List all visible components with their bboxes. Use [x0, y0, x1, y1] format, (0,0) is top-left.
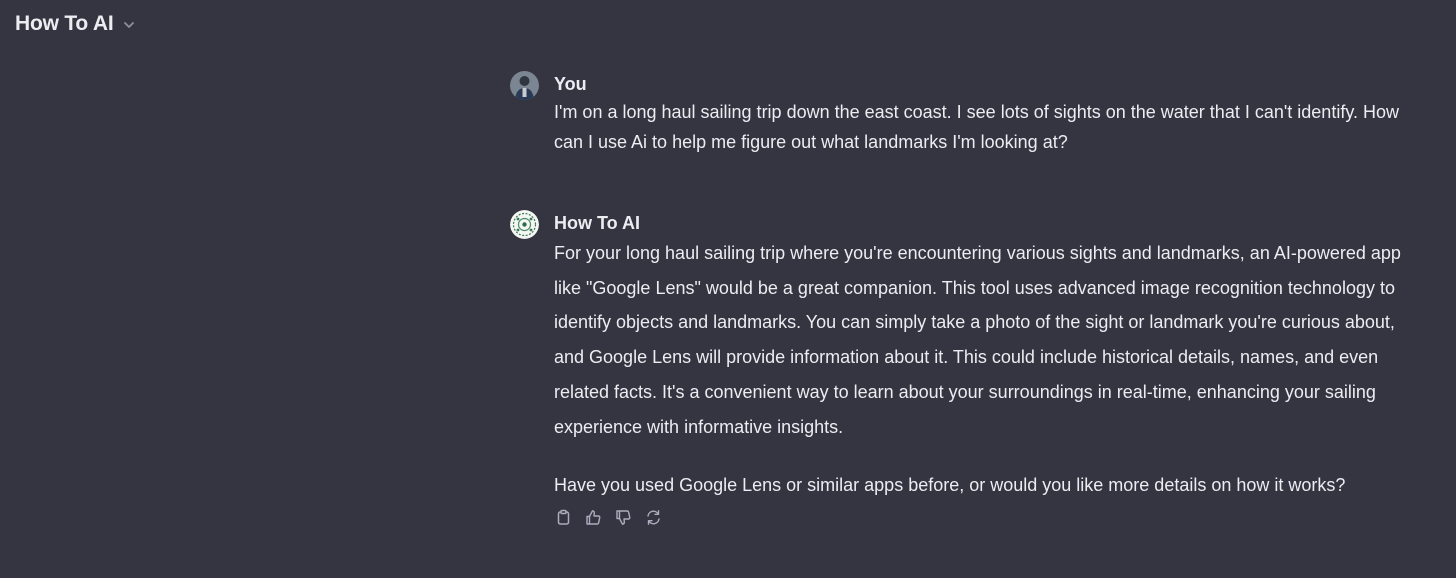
chevron-down-icon: [122, 18, 136, 32]
message-author: You: [554, 74, 587, 94]
user-avatar: [510, 71, 539, 100]
message-paragraph: For your long haul sailing trip where yo…: [554, 243, 1401, 437]
gpt-avatar: [510, 210, 539, 239]
regenerate-icon[interactable]: [645, 509, 662, 526]
message-text: I'm on a long haul sailing trip down the…: [554, 102, 1399, 152]
message-body: For your long haul sailing trip where yo…: [554, 236, 1420, 503]
message-actions: [555, 509, 1420, 526]
user-message: You I'm on a long haul sailing trip down…: [510, 71, 1420, 157]
model-selector[interactable]: How To AI: [15, 12, 136, 36]
chat-page: How To AI You I'm on a long haul sailing…: [0, 0, 1456, 578]
message-paragraph: Have you used Google Lens or similar app…: [554, 475, 1346, 496]
message-author: How To AI: [554, 213, 640, 233]
chat-title: How To AI: [15, 12, 114, 35]
clipboard-icon[interactable]: [555, 509, 572, 526]
thumbs-down-icon[interactable]: [615, 509, 632, 526]
assistant-message: How To AI For your long haul sailing tri…: [510, 210, 1420, 526]
thumbs-up-icon[interactable]: [585, 509, 602, 526]
